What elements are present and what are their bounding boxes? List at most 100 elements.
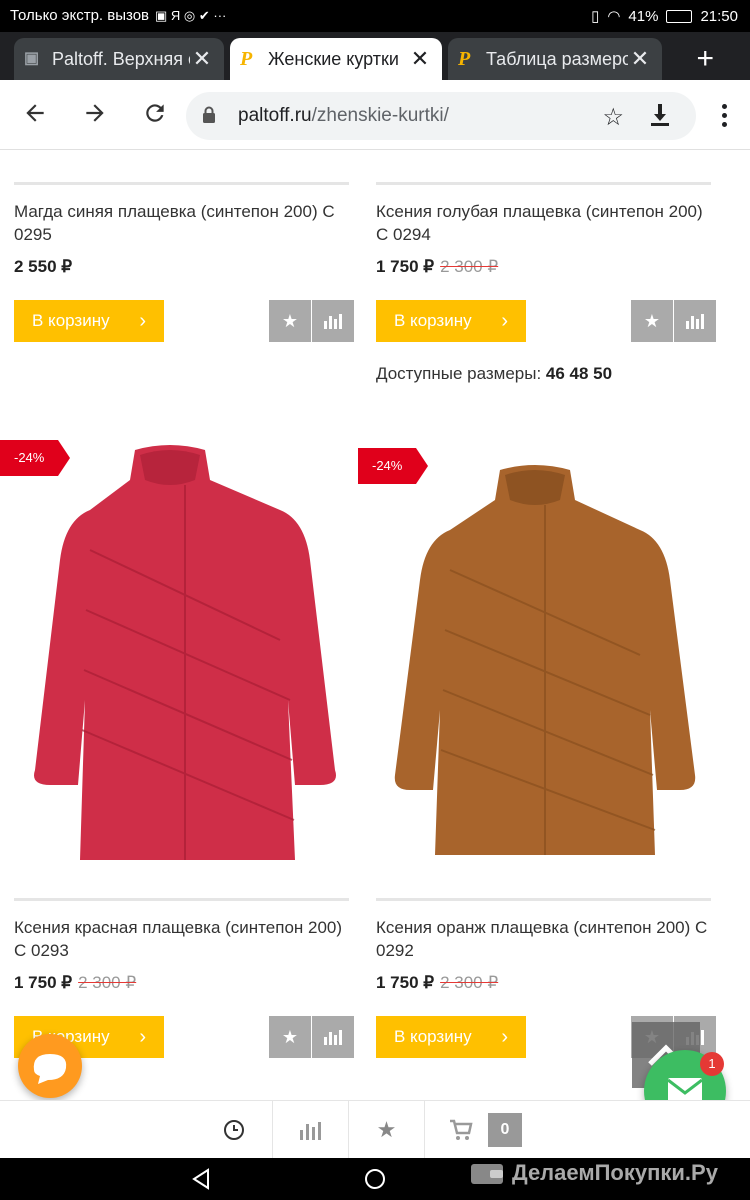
product-name[interactable]: Ксения оранж плащевка (синтепон 200) С 0…	[376, 916, 716, 962]
forward-icon[interactable]	[80, 100, 110, 130]
url-domain: paltoff.ru	[238, 105, 312, 126]
tab-title: Таблица размеро	[486, 48, 628, 69]
tab-title: Paltoff. Верхняя о	[52, 48, 190, 69]
current-price: 1 750 ₽	[14, 973, 73, 992]
bar-chart-icon	[686, 314, 704, 329]
site-bottom-bar: ★ 0	[0, 1100, 750, 1159]
divider	[376, 898, 711, 901]
close-icon[interactable]: ✕	[408, 46, 432, 72]
new-tab-icon[interactable]: +	[696, 42, 714, 76]
tab-strip: ▣ Paltoff. Верхняя о ✕ P Женские куртки …	[0, 32, 750, 80]
sizes-values: 46 48 50	[545, 364, 613, 383]
favorite-button[interactable]: ★	[631, 300, 673, 342]
paltoff-favicon-icon: P	[458, 48, 471, 70]
current-price: 1 750 ₽	[376, 257, 435, 276]
add-to-cart-button[interactable]: В корзину ›	[376, 1016, 526, 1058]
url-text: paltoff.ru/zhenskie-kurtki/	[238, 105, 449, 127]
address-bar[interactable]: paltoff.ru/zhenskie-kurtki/ ☆	[186, 92, 696, 140]
chevron-right-icon: ›	[501, 310, 508, 332]
watermark: ДелаемПокупки.Ру	[470, 1158, 718, 1188]
clock-icon	[224, 1120, 244, 1140]
browser-toolbar: paltoff.ru/zhenskie-kurtki/ ☆	[0, 80, 750, 150]
add-to-cart-button[interactable]: В корзину ›	[14, 300, 164, 342]
available-sizes: Доступные размеры: 46 48 50	[376, 364, 612, 384]
tab-1[interactable]: ▣ Paltoff. Верхняя о ✕	[14, 38, 224, 80]
product-name[interactable]: Ксения голубая плащевка (синтепон 200) С…	[376, 200, 716, 246]
bar-chart-icon	[324, 314, 342, 329]
compare-button[interactable]	[674, 300, 716, 342]
wallet-logo-icon	[471, 1164, 503, 1184]
product-image-red-jacket[interactable]	[20, 440, 350, 870]
star-icon: ★	[376, 1117, 397, 1142]
compare-button[interactable]	[312, 300, 354, 342]
wifi-icon: ◠	[607, 8, 621, 25]
reload-icon[interactable]	[140, 100, 170, 130]
compare-button[interactable]	[312, 1016, 354, 1058]
divider	[14, 898, 349, 901]
product-image-orange-jacket[interactable]	[385, 460, 705, 860]
divider	[376, 182, 711, 185]
status-bar: Только экстр. вызов ▣ Я ◎ ✔ ··· ▯ ◠ 41% …	[0, 0, 750, 32]
old-price: 2 300 ₽	[440, 257, 499, 276]
notification-icons: ▣ Я ◎ ✔ ···	[155, 7, 227, 23]
star-icon: ★	[643, 310, 661, 331]
chevron-right-icon: ›	[139, 1026, 146, 1048]
back-icon[interactable]	[20, 100, 50, 130]
chat-widget-button[interactable]	[18, 1034, 82, 1098]
product-price: 1 750 ₽ 2 300 ₽	[376, 257, 716, 277]
add-to-cart-button[interactable]: В корзину ›	[376, 300, 526, 342]
download-icon[interactable]	[648, 102, 672, 135]
more-menu-icon[interactable]	[722, 104, 728, 131]
divider	[14, 182, 349, 185]
battery-percent: 41%	[628, 7, 659, 25]
bar-chart-icon	[299, 1122, 321, 1140]
favorite-button[interactable]: ★	[269, 300, 311, 342]
cart-button-label: В корзину	[394, 311, 472, 330]
vibrate-icon: ▯	[591, 8, 600, 25]
star-icon: ★	[281, 310, 299, 331]
product-name[interactable]: Магда синяя плащевка (синтепон 200) С 02…	[14, 200, 354, 246]
chevron-right-icon: ›	[501, 1026, 508, 1048]
cart-button[interactable]	[424, 1101, 544, 1159]
cart-button-label: В корзину	[32, 311, 110, 330]
recently-viewed-button[interactable]	[196, 1101, 272, 1159]
home-circle-icon[interactable]	[364, 1168, 386, 1190]
status-text: Только экстр. вызов	[10, 7, 150, 24]
cart-count-badge: 0	[488, 1113, 522, 1147]
chat-bubble-icon	[33, 1054, 67, 1084]
wallet-icon: ▣	[24, 50, 40, 67]
url-path: /zhenskie-kurtki/	[311, 105, 449, 126]
product-name[interactable]: Ксения красная плащевка (синтепон 200) С…	[14, 916, 354, 962]
watermark-text: ДелаемПокупки.Ру	[512, 1160, 718, 1185]
product-card: Ксения красная плащевка (синтепон 200) С…	[14, 898, 354, 1058]
product-grid: Магда синяя плащевка (синтепон 200) С 02…	[0, 150, 750, 1100]
product-price: 1 750 ₽ 2 300 ₽	[14, 973, 354, 993]
bookmark-star-icon[interactable]: ☆	[602, 103, 624, 132]
tab-3[interactable]: P Таблица размеро ✕	[448, 38, 662, 80]
favorite-button[interactable]: ★	[269, 1016, 311, 1058]
lock-icon	[203, 106, 215, 123]
notification-badge: 1	[700, 1052, 724, 1076]
tab-2[interactable]: P Женские куртки ✕	[230, 38, 442, 80]
product-price: 2 550 ₽	[14, 257, 354, 277]
back-triangle-icon[interactable]	[190, 1168, 212, 1190]
bar-chart-icon	[324, 1030, 342, 1045]
current-price: 1 750 ₽	[376, 973, 435, 992]
current-price: 2 550 ₽	[14, 257, 73, 276]
old-price: 2 300 ₽	[78, 973, 137, 992]
compare-list-button[interactable]	[272, 1101, 348, 1159]
battery-icon	[666, 9, 693, 23]
product-card: Ксения голубая плащевка (синтепон 200) С…	[376, 182, 716, 383]
favorites-list-button[interactable]: ★	[348, 1101, 424, 1159]
old-price: 2 300 ₽	[440, 973, 499, 992]
chevron-right-icon: ›	[139, 310, 146, 332]
tab-title: Женские куртки	[268, 48, 399, 69]
cart-icon	[450, 1119, 473, 1140]
cart-button-label: В корзину	[394, 1027, 472, 1046]
close-icon[interactable]: ✕	[628, 46, 652, 72]
product-card: Ксения оранж плащевка (синтепон 200) С 0…	[376, 898, 716, 1058]
sizes-label: Доступные размеры:	[376, 364, 542, 383]
star-icon: ★	[281, 1026, 299, 1047]
product-price: 1 750 ₽ 2 300 ₽	[376, 973, 716, 993]
close-icon[interactable]: ✕	[190, 46, 214, 72]
